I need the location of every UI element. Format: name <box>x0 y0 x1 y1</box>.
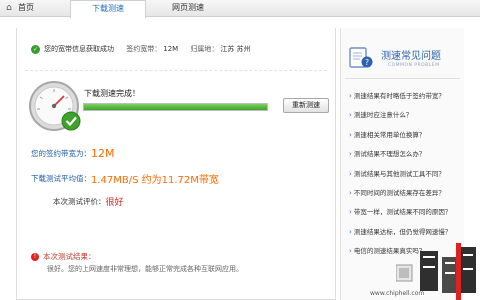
result-body: 很好。您的上网速度非常理想，能够正常完成各种互联网应用。 <box>47 265 243 273</box>
contract-row: 您的签约带宽为：12M <box>31 147 115 160</box>
tab-home[interactable]: ⌂ 首页 <box>0 0 66 17</box>
retest-button[interactable]: 重新测速 <box>283 98 329 113</box>
evaluation-label: 本次测试评价： <box>53 197 106 206</box>
tab-web-label: 网页测速 <box>172 3 204 12</box>
average-label: 下载测试平均值： <box>31 174 91 183</box>
book-question-icon: ? <box>349 47 373 68</box>
faq-item[interactable]: 测速时应注意什么？ <box>349 110 465 129</box>
location-label: 归属地： <box>190 45 219 53</box>
tab-home-label: 首页 <box>18 3 34 12</box>
average-row: 下载测试平均值：1.47MB/S 约为11.72M带宽 <box>31 171 219 186</box>
progress-fill <box>84 104 267 110</box>
faq-item[interactable]: 测速结果有时略低于签约带宽？ <box>349 91 465 110</box>
faq-subtitle: COMMON PROBLEM <box>388 63 440 68</box>
tab-speed-label: 下载测速 <box>92 4 124 13</box>
home-icon: ⌂ <box>6 3 12 13</box>
contract-value: 12M <box>91 147 115 160</box>
speedometer-icon <box>29 81 81 131</box>
result-title: ! 本次测试结果： <box>31 251 96 262</box>
svg-text:?: ? <box>365 58 369 67</box>
evaluation-row: 本次测试评价：很好 <box>53 195 124 208</box>
contract-label: 您的签约带宽为： <box>31 149 91 158</box>
faq-item[interactable]: 不同时间的测试结果存在差异？ <box>349 188 465 207</box>
success-text: 您的宽带信息获取成功 <box>44 45 114 53</box>
progress-bar <box>83 103 268 111</box>
location-value: 江苏 苏州 <box>220 45 251 53</box>
divider <box>25 70 327 71</box>
watermark-url: www.chiphell.com <box>370 290 425 297</box>
result-title-text: 本次测试结果： <box>43 252 96 261</box>
faq-item[interactable]: 带宽一样，测试结果不同的原因？ <box>349 207 465 226</box>
faq-header: ? 测速常见问题 COMMON PROBLEM <box>341 42 465 76</box>
alert-icon: ! <box>31 253 39 261</box>
test-complete-text: 下载测速完成！ <box>84 89 140 98</box>
faq-list: 测速结果有时略低于签约带宽？ 测速时应注意什么？ 测速相关常用单位换算？ 测试结… <box>349 91 465 266</box>
faq-item[interactable]: 测试结果与其他测试工具不同？ <box>349 169 465 188</box>
faq-title: 测速常见问题 <box>381 51 441 62</box>
faq-item[interactable]: 测速相关常用单位换算？ <box>349 130 465 149</box>
contract-bandwidth-value: 12M <box>163 45 179 53</box>
check-icon: ✓ <box>31 44 40 54</box>
tab-download-speed-test[interactable]: 下载测速 <box>70 0 146 18</box>
status-line: ✓ 您的宽带信息获取成功 签约宽带： 12M 归属地： 江苏 苏州 <box>31 43 251 55</box>
faq-divider <box>345 78 460 79</box>
tab-bar: ⌂ 首页 下载测速 网页测速 <box>0 0 480 18</box>
average-value: 1.47MB/S 约为11.72M带宽 <box>91 175 219 186</box>
speed-test-panel: ✓ 您的宽带信息获取成功 签约宽带： 12M 归属地： 江苏 苏州 下载测速完成！ 重… <box>16 28 336 300</box>
faq-item[interactable]: 测试结果不理想怎么办？ <box>349 149 465 168</box>
evaluation-value: 很好 <box>105 198 124 208</box>
tab-web-speed-test[interactable]: 网页测速 <box>150 0 226 17</box>
contract-bandwidth-label: 签约宽带： <box>126 45 162 53</box>
